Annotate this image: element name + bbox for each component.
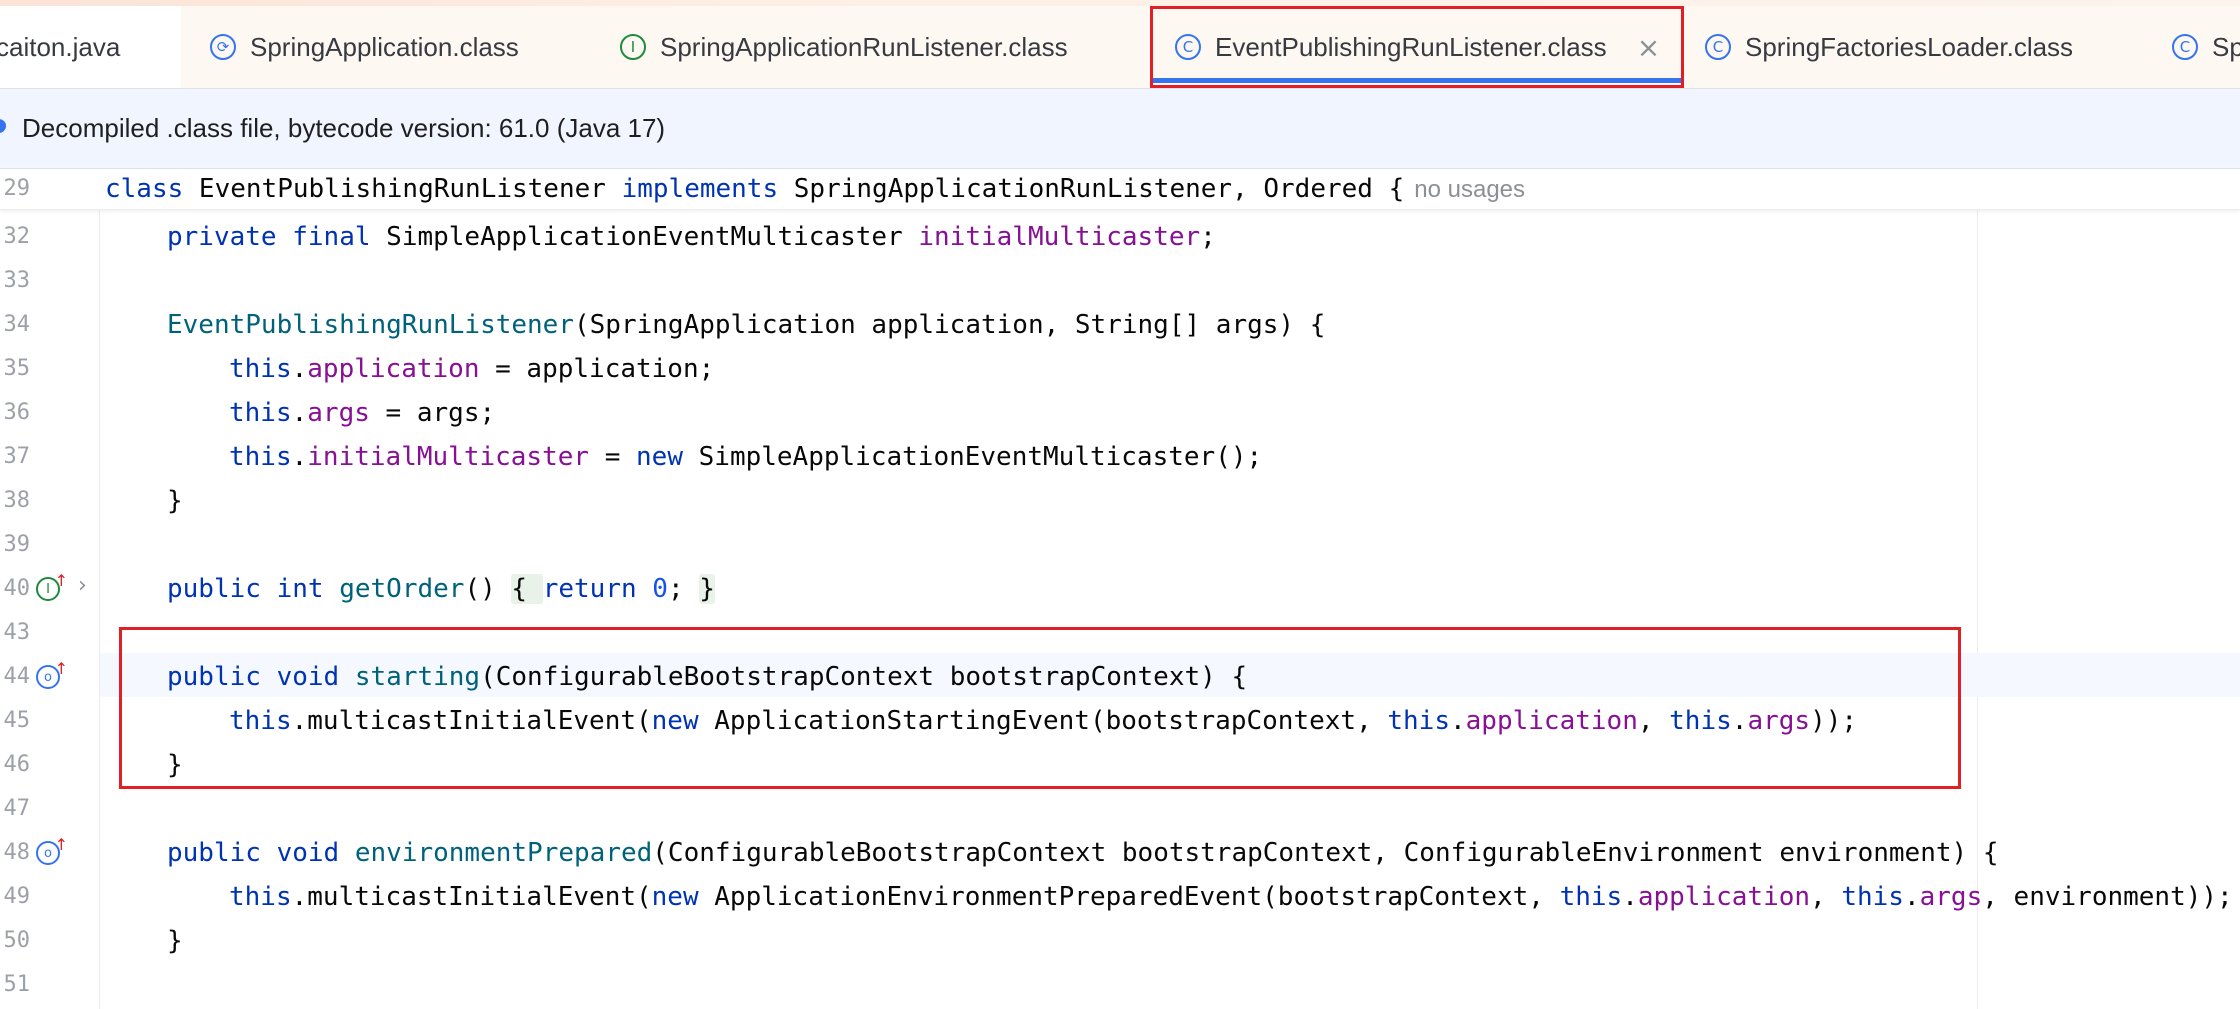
tab-event-publishing-run-listener[interactable]: C EventPublishingRunListener.class ×	[1150, 6, 1684, 88]
code-text: EventPublishingRunListener(SpringApplica…	[167, 310, 1326, 340]
code-text: }	[167, 926, 183, 956]
line-number: 35	[3, 356, 31, 381]
line-number: 45	[3, 708, 31, 733]
line-number: 40	[3, 576, 31, 601]
line-number: 36	[3, 400, 31, 425]
tab-overflow[interactable]: C Sp	[2172, 6, 2240, 88]
overrides-method-icon[interactable]: o ↑	[36, 835, 68, 865]
code-text: }	[167, 750, 183, 780]
code-line[interactable]: 50 }	[0, 919, 2240, 963]
code-text: this.multicastInitialEvent(new Applicati…	[229, 706, 1858, 736]
spring-app-icon: ⟳	[210, 34, 236, 60]
info-icon	[0, 119, 6, 133]
implements-method-icon[interactable]: I ↑	[36, 571, 68, 601]
code-line[interactable]: 34 EventPublishingRunListener(SpringAppl…	[0, 303, 2240, 347]
code-line[interactable]: 43	[0, 611, 2240, 655]
usages-hint[interactable]: no usages	[1414, 176, 1525, 203]
code-text: this.args = args;	[229, 398, 496, 428]
line-number: 51	[3, 972, 31, 997]
line-number: 49	[3, 884, 31, 909]
tab-spring-application-run-listener[interactable]: I SpringApplicationRunListener.class	[620, 6, 1068, 88]
banner-text: Decompiled .class file, bytecode version…	[22, 113, 666, 143]
overrides-method-icon[interactable]: o ↑	[36, 659, 68, 689]
line-number: 44	[3, 664, 31, 689]
close-icon[interactable]: ×	[1637, 31, 1660, 64]
code-text: public int getOrder() { return 0; }	[167, 574, 715, 604]
code-line[interactable]: 35 this.application = application;	[0, 347, 2240, 391]
tab-spring-application[interactable]: ⟳ SpringApplication.class	[210, 6, 519, 88]
line-number: 38	[3, 488, 31, 513]
code-line[interactable]: 39	[0, 523, 2240, 567]
fold-expand-icon[interactable]: ›	[78, 573, 87, 598]
code-line[interactable]: 47	[0, 787, 2240, 831]
code-text: public void environmentPrepared(Configur…	[167, 838, 1999, 868]
tab-label: SpringFactoriesLoader.class	[1745, 31, 2074, 62]
code-line[interactable]: 51	[0, 963, 2240, 1007]
code-line[interactable]: 48 o ↑ public void environmentPrepared(Co…	[0, 831, 2240, 875]
line-number: 39	[3, 532, 31, 557]
code-text: this.multicastInitialEvent(new Applicati…	[229, 882, 2233, 912]
interface-icon: I	[620, 34, 646, 60]
code-text: class EventPublishingRunListener impleme…	[105, 174, 1526, 204]
tab-label: SpringApplicationRunListener.class	[660, 31, 1068, 62]
code-line[interactable]: 33	[0, 259, 2240, 303]
sticky-header-line[interactable]: 29 class EventPublishingRunListener impl…	[0, 169, 2240, 210]
line-number: 46	[3, 752, 31, 777]
line-number: 43	[3, 620, 31, 645]
code-line[interactable]: 45 this.multicastInitialEvent(new Applic…	[0, 699, 2240, 743]
line-number: 29	[3, 176, 31, 201]
class-icon: C	[1175, 34, 1201, 60]
code-text: this.initialMulticaster = new SimpleAppl…	[229, 442, 1263, 472]
line-number: 33	[3, 268, 31, 293]
tab-label: EventPublishingRunListener.class	[1215, 31, 1607, 62]
code-line[interactable]: 44 o ↑ public void starting(ConfigurableB…	[0, 655, 2240, 699]
active-tab-underline	[1153, 78, 1681, 83]
code-line[interactable]: 49 this.multicastInitialEvent(new Applic…	[0, 875, 2240, 919]
class-icon: C	[1705, 34, 1731, 60]
decompiled-info-banner: Decompiled .class file, bytecode version…	[0, 89, 2240, 169]
tab-label: SpringApplication.class	[250, 31, 519, 62]
code-text: }	[167, 486, 183, 516]
tab-application-java[interactable]: caiton.java	[0, 6, 181, 88]
line-number: 50	[3, 928, 31, 953]
line-number: 47	[3, 796, 31, 821]
code-line[interactable]: 46 }	[0, 743, 2240, 787]
code-line[interactable]: 32 private final SimpleApplicationEventM…	[0, 215, 2240, 259]
code-editor[interactable]: 29 class EventPublishingRunListener impl…	[0, 169, 2240, 1009]
line-number: 32	[3, 224, 31, 249]
code-text: this.application = application;	[229, 354, 715, 384]
code-text: private final SimpleApplicationEventMult…	[167, 222, 1216, 252]
code-line[interactable]: 37 this.initialMulticaster = new SimpleA…	[0, 435, 2240, 479]
line-number: 34	[3, 312, 31, 337]
class-icon: C	[2172, 34, 2198, 60]
code-line[interactable]: 36 this.args = args;	[0, 391, 2240, 435]
code-text: public void starting(ConfigurableBootstr…	[167, 662, 1248, 692]
code-line[interactable]: 38 }	[0, 479, 2240, 523]
line-number: 37	[3, 444, 31, 469]
editor-tab-bar: caiton.java ⟳ SpringApplication.class I …	[0, 6, 2240, 89]
code-line[interactable]: 40 I ↑ › public int getOrder() { return 0…	[0, 567, 2240, 611]
tab-label: caiton.java	[0, 31, 121, 62]
line-number: 48	[3, 840, 31, 865]
tab-spring-factories-loader[interactable]: C SpringFactoriesLoader.class	[1705, 6, 2073, 88]
tab-label: Sp	[2212, 31, 2240, 62]
